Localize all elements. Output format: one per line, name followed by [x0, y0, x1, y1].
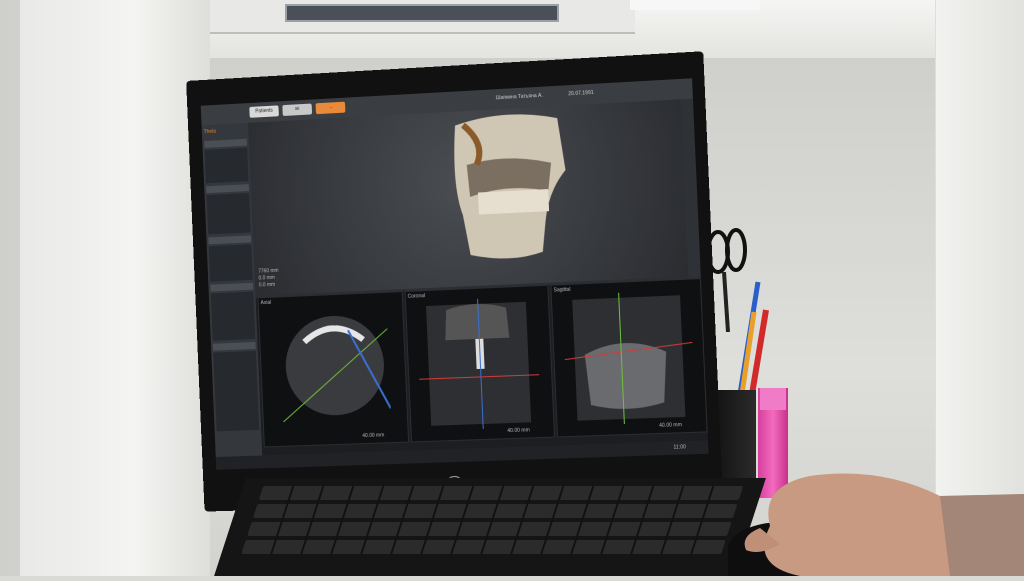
sidebar-section-header [208, 235, 252, 245]
export-button[interactable]: → [315, 101, 346, 115]
patients-button[interactable]: Patients [249, 105, 279, 118]
axial-label: Axial [260, 299, 272, 307]
overlay-readout-0: 7760 mm [258, 267, 279, 275]
sagittal-slice [562, 290, 696, 426]
sidebar-list-block[interactable] [213, 350, 260, 432]
shelf-left-side [20, 0, 210, 576]
monitor: Patients ✉ → Шапкина Татьяна А. 20.07.19… [186, 51, 723, 512]
coronal-scale: 40.00 mm [507, 427, 530, 435]
sidebar-section-header [204, 138, 248, 148]
sidebar-sliders-block[interactable] [206, 192, 251, 235]
overlay-readout-1: 0.0 mm [258, 274, 275, 282]
sidebar-measure-block[interactable] [208, 244, 253, 282]
axial-view[interactable]: Axial 40.00 mm [257, 291, 410, 448]
sagittal-label: Sagittal [553, 286, 571, 294]
sagittal-scale: 40.00 mm [659, 422, 683, 429]
slice-views: Axial 40.00 mm Coronal 40.00 mm Sagittal… [255, 278, 709, 456]
sidebar-section-header [210, 282, 254, 292]
coronal-label: Coronal [407, 293, 426, 300]
coronal-slice [416, 296, 542, 431]
mail-button[interactable]: ✉ [282, 103, 313, 117]
sidebar-section-header [212, 341, 256, 351]
brand-label: Theia [203, 128, 217, 136]
taskbar-clock: 11:00 [673, 444, 687, 451]
sidebar-tools-block[interactable] [204, 147, 249, 184]
hand [744, 473, 1024, 576]
coronal-view[interactable]: Coronal 40.00 mm [404, 284, 555, 443]
pen-icon [737, 281, 769, 395]
keyboard[interactable] [214, 478, 766, 576]
skull-render [452, 111, 570, 261]
sidebar-section-header [206, 184, 249, 194]
axial-slice [279, 313, 392, 422]
axial-scale: 40.00 mm [362, 432, 385, 440]
patient-name: Шапкина Татьяна А. [495, 92, 543, 102]
printer-slot [285, 4, 559, 22]
overlay-readout-2: 0.0 mm [258, 281, 276, 289]
glue-stick-cap [760, 388, 786, 410]
paper-stack [630, 0, 760, 10]
monitor-screen: Patients ✉ → Шапкина Татьяна А. 20.07.19… [200, 78, 709, 470]
sidebar-draw-block[interactable] [210, 291, 256, 341]
patient-date: 20.07.1991 [568, 89, 594, 98]
3d-volume-view[interactable]: 7760 mm 0.0 mm 0.0 mm [248, 99, 689, 296]
keyboard-keys [241, 486, 743, 554]
sagittal-view[interactable]: Sagittal 40.00 mm [550, 278, 708, 438]
